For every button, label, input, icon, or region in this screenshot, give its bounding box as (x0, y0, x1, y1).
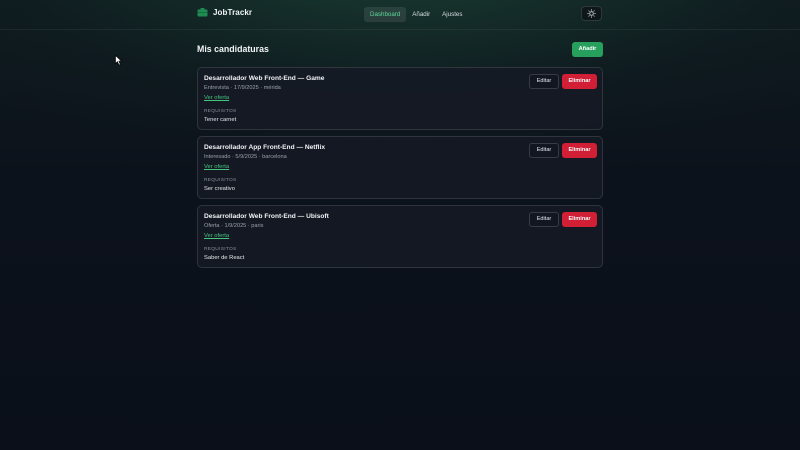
delete-button[interactable]: Eliminar (562, 143, 597, 158)
theme-toggle-button[interactable] (581, 6, 602, 21)
delete-button[interactable]: Eliminar (562, 212, 597, 227)
application-title: Desarrollador App Front-End — Netflix (204, 144, 326, 151)
requirements-label: REQUISITOS (204, 178, 237, 183)
application-meta: Interesado · 5/9/2025 · barcelona (204, 154, 287, 160)
view-offer-link[interactable]: Ver oferta (204, 233, 229, 239)
edit-button[interactable]: Editar (529, 143, 559, 158)
requirements-value: Saber de React (204, 255, 245, 261)
nav-add[interactable]: Añadir (406, 7, 436, 22)
requirements-value: Ser creativo (204, 186, 235, 192)
nav-dashboard[interactable]: Dashboard (364, 7, 407, 22)
top-navbar: JobTrackr Dashboard Añadir Ajustes (0, 0, 800, 30)
application-card: Desarrollador Web Front-End — Game Entre… (197, 67, 603, 130)
edit-button[interactable]: Editar (529, 212, 559, 227)
application-card: Desarrollador App Front-End — Netflix In… (197, 136, 603, 199)
application-meta: Entrevista · 17/9/2025 · mérida (204, 85, 281, 91)
nav-settings[interactable]: Ajustes (436, 7, 468, 22)
requirements-value: Tener carnet (204, 117, 237, 123)
sun-icon (587, 9, 596, 18)
mouse-cursor-icon (115, 55, 123, 66)
brand[interactable]: JobTrackr (197, 8, 252, 17)
page-title: Mis candidaturas (197, 44, 269, 54)
application-title: Desarrollador Web Front-End — Game (204, 75, 325, 82)
view-offer-link[interactable]: Ver oferta (204, 95, 229, 101)
edit-button[interactable]: Editar (529, 74, 559, 89)
application-card: Desarrollador Web Front-End — Ubisoft Of… (197, 205, 603, 268)
view-offer-link[interactable]: Ver oferta (204, 164, 229, 170)
briefcase-icon (197, 8, 208, 17)
application-meta: Oferta · 1/9/2025 · paris (204, 223, 264, 229)
requirements-label: REQUISITOS (204, 247, 237, 252)
application-title: Desarrollador Web Front-End — Ubisoft (204, 213, 329, 220)
add-application-button[interactable]: Añadir (572, 42, 603, 57)
requirements-label: REQUISITOS (204, 109, 237, 114)
delete-button[interactable]: Eliminar (562, 74, 597, 89)
main-nav: Dashboard Añadir Ajustes (364, 7, 468, 22)
brand-name: JobTrackr (213, 8, 253, 17)
